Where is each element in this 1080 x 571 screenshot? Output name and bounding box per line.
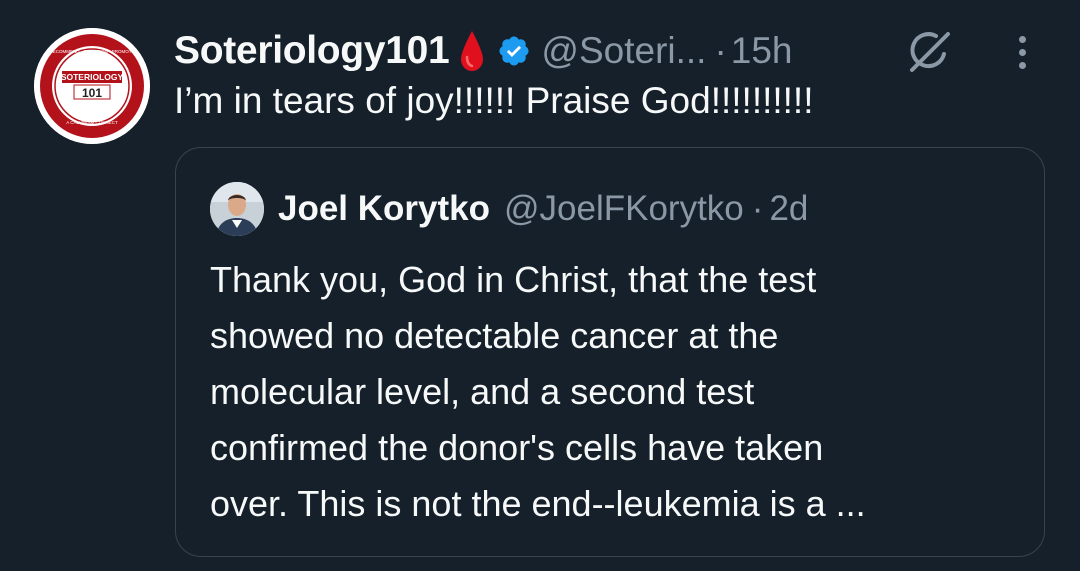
tweet-header: Soteriology101 @Soteri... · 15h bbox=[174, 26, 793, 76]
quoted-author-handle[interactable]: @JoelFKorytko bbox=[504, 189, 744, 229]
quoted-text-line: showed no detectable cancer at the bbox=[210, 315, 779, 356]
author-handle[interactable]: @Soteri... bbox=[541, 30, 706, 72]
avatar-ring-text-top: RECOMMEND · SALVATION · PROMOTE bbox=[49, 49, 134, 54]
grok-icon[interactable] bbox=[904, 30, 954, 79]
quoted-author-display-name[interactable]: Joel Korytko bbox=[278, 189, 490, 229]
avatar-logo-top: SOTERIOLOGY bbox=[61, 72, 124, 82]
verified-badge-icon[interactable] bbox=[497, 34, 531, 68]
avatar-ring-text-bottom: A CALVINISM CONNECT bbox=[66, 120, 118, 125]
tweet-card[interactable]: SOTERIOLOGY 101 RECOMMEND · SALVATION · … bbox=[0, 0, 1080, 571]
header-separator: · bbox=[714, 30, 727, 71]
quoted-tweet[interactable]: Joel Korytko @JoelFKorytko · 2d Thank yo… bbox=[175, 147, 1045, 557]
quoted-text-line: Thank you, God in Christ, that the test bbox=[210, 259, 817, 300]
author-avatar[interactable]: SOTERIOLOGY 101 RECOMMEND · SALVATION · … bbox=[34, 28, 150, 144]
more-options-icon[interactable] bbox=[1010, 34, 1034, 70]
avatar-logo-bottom: 101 bbox=[82, 86, 102, 100]
tweet-text: I’m in tears of joy!!!!!! Praise God!!!!… bbox=[174, 80, 814, 121]
author-display-name[interactable]: Soteriology101 bbox=[174, 29, 450, 73]
quoted-header-separator: · bbox=[751, 189, 764, 228]
quoted-tweet-timestamp[interactable]: 2d bbox=[769, 189, 808, 229]
quoted-text-line: confirmed the donor's cells have taken bbox=[210, 427, 824, 468]
quoted-author-avatar[interactable] bbox=[210, 182, 264, 236]
quoted-tweet-text: Thank you, God in Christ, that the test … bbox=[210, 252, 1020, 532]
tweet-timestamp[interactable]: 15h bbox=[731, 30, 793, 72]
quoted-text-line: molecular level, and a second test bbox=[210, 371, 755, 412]
quoted-tweet-header: Joel Korytko @JoelFKorytko · 2d bbox=[278, 184, 808, 234]
quoted-text-line: over. This is not the end--leukemia is a… bbox=[210, 483, 866, 524]
blood-drop-icon bbox=[459, 29, 485, 73]
